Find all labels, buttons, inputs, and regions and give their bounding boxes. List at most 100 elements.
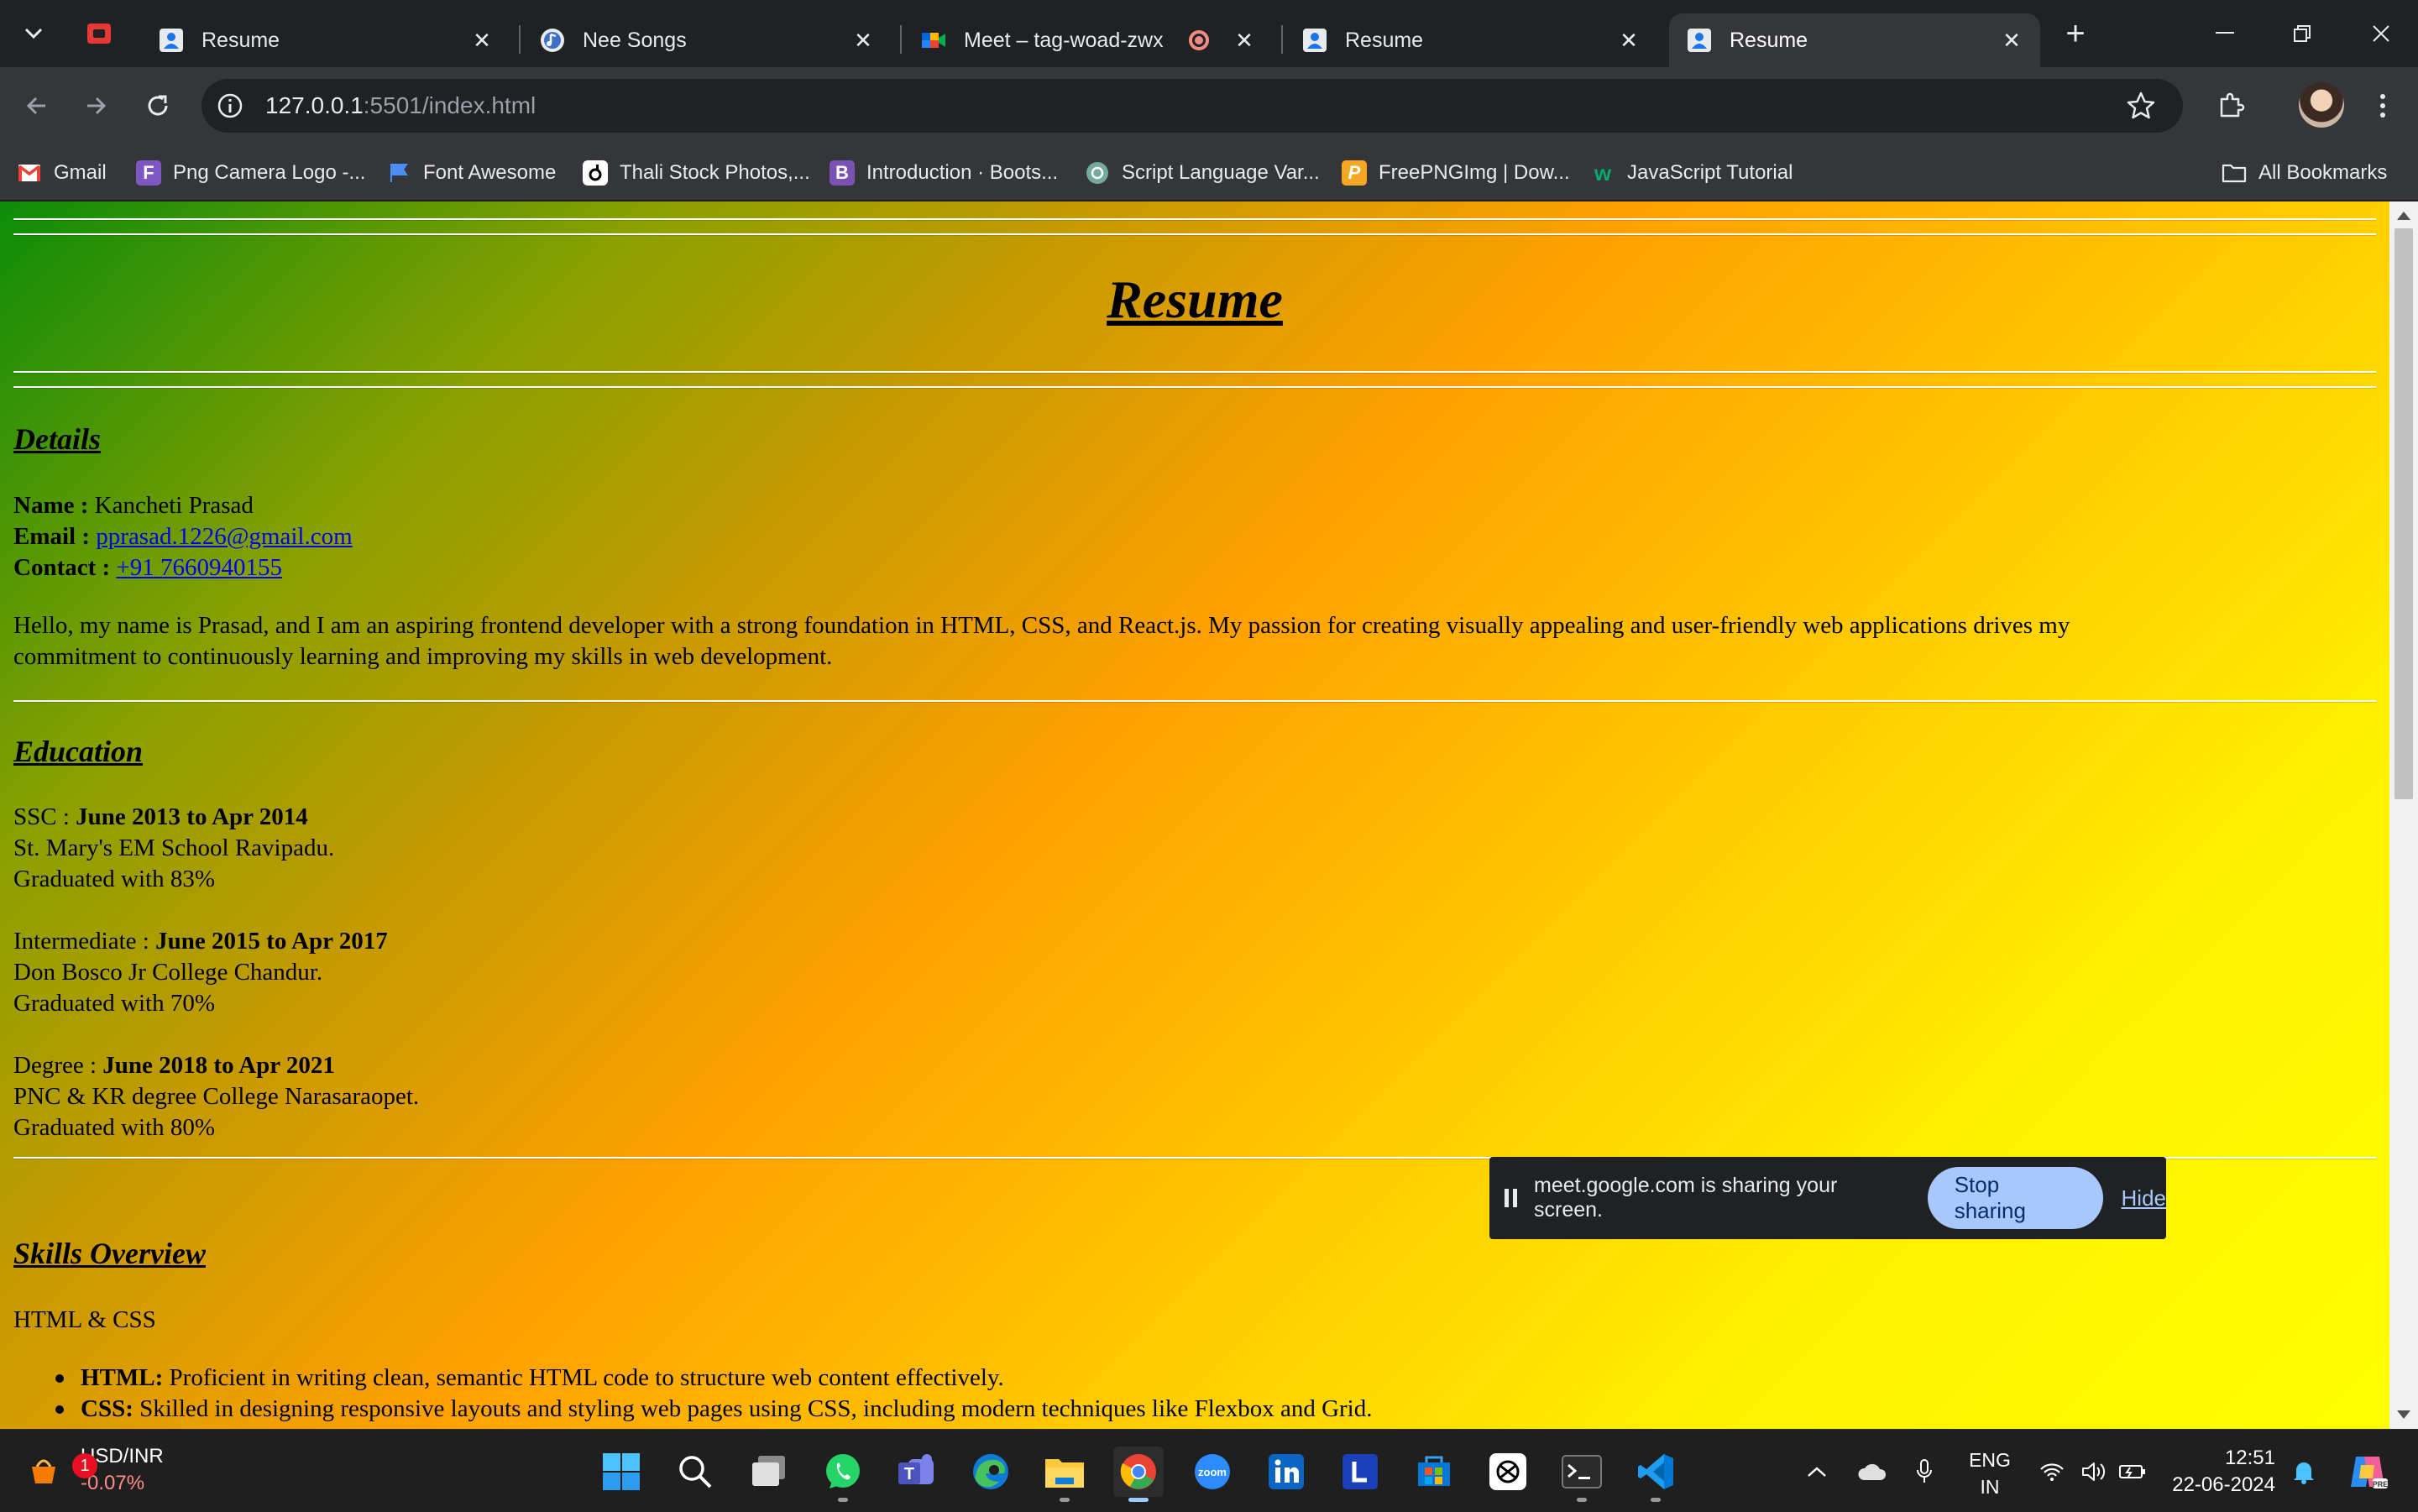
tab-title: Nee Songs [583, 28, 687, 52]
music-favicon-icon [541, 29, 564, 52]
education-grade: Graduated with 80% [13, 1114, 215, 1141]
tab-resume-active[interactable]: Resume ✕ [1669, 13, 2040, 67]
all-bookmarks[interactable]: All Bookmarks [2222, 156, 2387, 190]
notification-bell-icon[interactable] [2287, 1455, 2321, 1488]
bookmark-font-awesome[interactable]: Font Awesome [386, 156, 556, 190]
skill-name: CSS: [81, 1395, 133, 1422]
restore-icon[interactable] [2277, 15, 2327, 52]
stop-sharing-button[interactable]: Stop sharing [1927, 1167, 2103, 1229]
pause-icon [1505, 1189, 1517, 1207]
tab-nee-songs[interactable]: Nee Songs ✕ [522, 13, 892, 67]
tab-close-icon[interactable]: ✕ [1617, 28, 1641, 54]
region-code: IN [1980, 1476, 2000, 1498]
edge-icon[interactable] [966, 1447, 1016, 1497]
terminal-icon[interactable] [1557, 1447, 1607, 1502]
profile-avatar[interactable] [2299, 82, 2344, 128]
url-path: :5501/index.html [363, 92, 536, 118]
minimize-icon[interactable] [2200, 15, 2250, 52]
search-icon[interactable] [670, 1447, 720, 1497]
scroll-up-arrow-icon[interactable] [2397, 212, 2410, 220]
tab-close-icon[interactable]: ✕ [1233, 28, 1256, 54]
tab-resume-2[interactable]: Resume ✕ [1285, 13, 1657, 67]
email-line: Email : pprasad.1226@gmail.com [13, 521, 353, 552]
bootstrap-icon: B [830, 160, 855, 186]
education-grade: Graduated with 70% [13, 990, 215, 1017]
tab-close-icon[interactable]: ✕ [851, 28, 875, 54]
bookmark-star-icon[interactable] [2126, 91, 2156, 121]
url-text[interactable]: 127.0.0.1:5501/index.html [265, 92, 536, 119]
whatsapp-icon[interactable] [818, 1447, 868, 1502]
reload-icon[interactable] [138, 86, 178, 126]
scroll-thumb[interactable] [2394, 228, 2413, 799]
show-hidden-icons-chevron-icon[interactable] [1800, 1455, 1834, 1488]
close-window-icon[interactable] [2356, 15, 2406, 52]
hide-sharing-bar-link[interactable]: Hide [2122, 1185, 2166, 1211]
page-scrollbar[interactable] [2389, 201, 2418, 1429]
address-bar[interactable]: 127.0.0.1:5501/index.html [202, 79, 2183, 133]
bookmark-png-camera[interactable]: F Png Camera Logo -... [136, 156, 365, 190]
site-info-icon[interactable] [217, 92, 243, 119]
linkedin-icon[interactable] [1261, 1447, 1311, 1497]
pinned-tab-recorder-icon[interactable] [84, 18, 114, 49]
bookmark-label: JavaScript Tutorial [1627, 161, 1793, 184]
file-explorer-icon[interactable] [1039, 1447, 1090, 1502]
start-windows-icon[interactable] [596, 1447, 646, 1497]
chatgpt-icon[interactable] [1483, 1447, 1533, 1497]
bookmark-script-language[interactable]: Script Language Var... [1085, 156, 1320, 190]
tab-close-icon[interactable]: ✕ [470, 28, 494, 54]
name-value: Kancheti Prasad [94, 492, 254, 519]
extensions-puzzle-icon[interactable] [2211, 86, 2252, 126]
microphone-icon[interactable] [1908, 1455, 1941, 1488]
scroll-down-arrow-icon[interactable] [2397, 1410, 2410, 1419]
currency-widget[interactable]: 1 USD/INR -0.07% [25, 1443, 164, 1497]
tab-close-icon[interactable]: ✕ [2000, 28, 2023, 54]
divider [13, 371, 2376, 373]
bookmark-javascript-tutorial[interactable]: w JavaScript Tutorial [1590, 156, 1793, 190]
bookmark-thali[interactable]: Thali Stock Photos,... [583, 156, 810, 190]
onedrive-cloud-icon[interactable] [1855, 1455, 1889, 1488]
education-dates: June 2015 to Apr 2017 [155, 928, 388, 955]
bookmark-label: Introduction · Boots... [866, 161, 1059, 184]
email-link[interactable]: pprasad.1226@gmail.com [96, 523, 352, 550]
bookmark-label: FreePNGImg | Dow... [1379, 161, 1570, 184]
resume-favicon-icon [1303, 29, 1327, 52]
zoom-icon[interactable]: zoom [1187, 1447, 1238, 1497]
vscode-icon[interactable] [1630, 1447, 1681, 1502]
l-app-icon[interactable] [1335, 1447, 1385, 1497]
tab-resume-1[interactable]: Resume ✕ [141, 13, 510, 67]
divider [13, 386, 2376, 388]
education-school: PNC & KR degree College Narasaraopet. [13, 1083, 420, 1110]
system-clock[interactable]: 12:51 22-06-2024 [2171, 1445, 2275, 1499]
list-item: CSS: Skilled in designing responsive lay… [55, 1394, 1373, 1425]
store-icon[interactable] [1409, 1447, 1459, 1497]
bookmark-gmail[interactable]: Gmail [17, 156, 107, 190]
tab-search-chevron-icon[interactable] [17, 15, 50, 52]
volume-icon[interactable] [2077, 1455, 2111, 1488]
task-view-icon[interactable] [744, 1447, 794, 1497]
contact-link[interactable]: +91 7660940155 [116, 554, 282, 581]
bookmark-freepngimg[interactable]: P FreePNGImg | Dow... [1342, 156, 1570, 190]
tab-title: Resume [202, 28, 280, 52]
resume-favicon-icon [160, 29, 183, 52]
teams-icon[interactable]: T [892, 1447, 942, 1497]
recording-indicator-icon [1189, 30, 1209, 50]
back-arrow-icon[interactable] [17, 86, 57, 126]
copilot-icon[interactable]: PRE [2344, 1455, 2391, 1488]
battery-icon[interactable] [2116, 1455, 2149, 1488]
list-item: HTML: Proficient in writing clean, seman… [55, 1363, 1004, 1394]
page-title: Resume [1107, 269, 1283, 329]
more-menu-icon[interactable] [2363, 86, 2403, 126]
language-indicator[interactable]: ENG IN [1968, 1447, 2012, 1500]
tab-google-meet[interactable]: Meet – tag-woad-zwx ✕ [903, 13, 1273, 67]
w3schools-icon: w [1594, 160, 1612, 186]
tab-title: Meet – tag-woad-zwx [964, 28, 1164, 52]
chrome-icon[interactable] [1113, 1447, 1164, 1502]
screen-sharing-bar: meet.google.com is sharing your screen. … [1489, 1157, 2166, 1239]
wifi-icon[interactable] [2035, 1455, 2069, 1488]
svg-text:zoom: zoom [1198, 1466, 1227, 1478]
new-tab-button[interactable]: + [2059, 17, 2092, 50]
education-level: Degree : [13, 1052, 97, 1079]
forward-arrow-icon[interactable] [76, 86, 116, 126]
bookmark-bootstrap[interactable]: B Introduction · Boots... [830, 156, 1058, 190]
windows-taskbar: 1 USD/INR -0.07% T zoom ENG IN 12:51 22-… [0, 1429, 2418, 1512]
